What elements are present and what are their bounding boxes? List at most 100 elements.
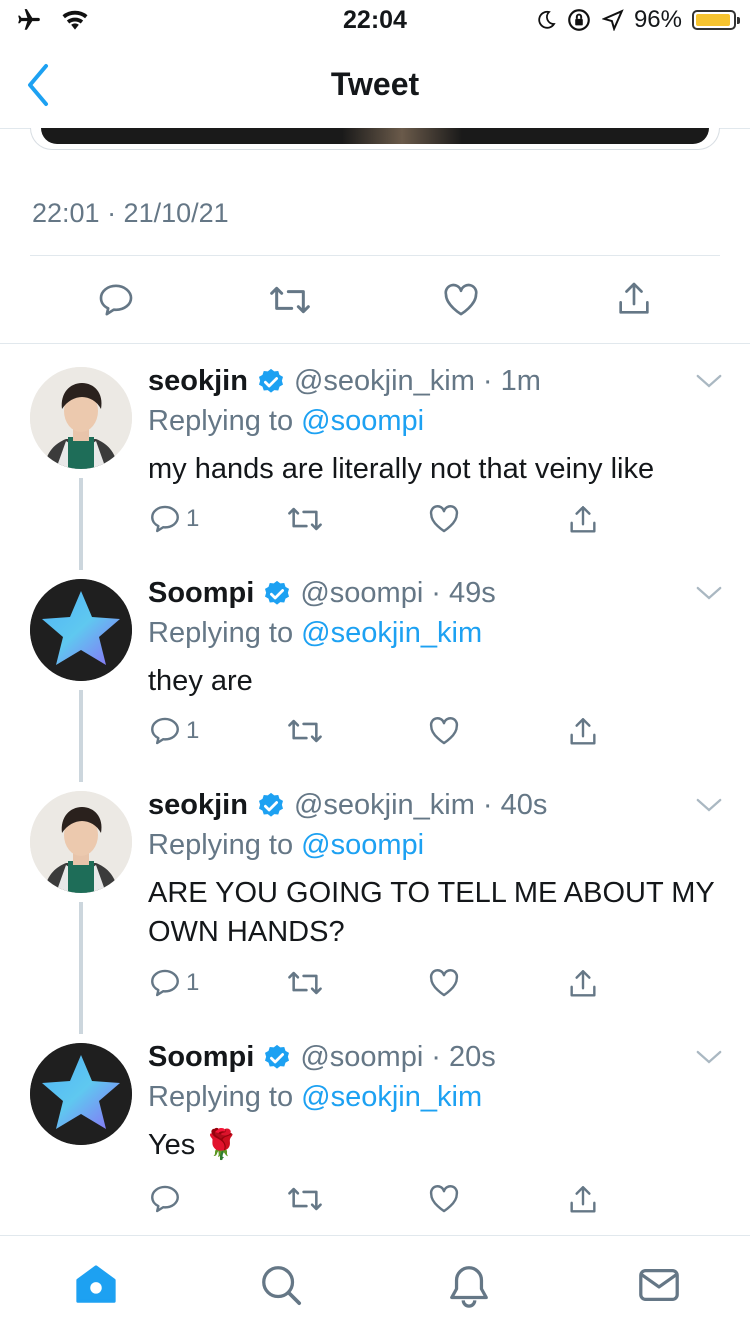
reply-header: Soompi @soompi · 20s bbox=[148, 1041, 496, 1074]
handle: @soompi bbox=[300, 577, 424, 609]
avatar-photo bbox=[30, 791, 132, 893]
retweet-button[interactable] bbox=[286, 966, 324, 1000]
battery-fill bbox=[696, 14, 731, 26]
avatar[interactable] bbox=[30, 1043, 132, 1145]
star-logo bbox=[30, 1043, 132, 1145]
retweet-button[interactable] bbox=[286, 502, 324, 536]
share-icon[interactable] bbox=[614, 278, 654, 320]
handle: @seokjin_kim bbox=[293, 789, 475, 821]
battery-icon bbox=[692, 10, 740, 30]
replying-to: Replying to @seokjin_kim bbox=[148, 617, 482, 650]
divider bbox=[0, 343, 750, 344]
reply-button[interactable]: 1 bbox=[148, 966, 199, 1000]
notifications-icon[interactable] bbox=[446, 1262, 492, 1310]
mention-link[interactable]: @soompi bbox=[301, 405, 424, 437]
messages-icon[interactable] bbox=[636, 1262, 682, 1308]
avatar[interactable] bbox=[30, 791, 132, 893]
reply-count: 1 bbox=[186, 969, 200, 996]
orientation-lock-icon bbox=[568, 9, 590, 31]
display-name[interactable]: seokjin bbox=[148, 789, 248, 822]
location-icon bbox=[601, 9, 624, 31]
replying-prefix: Replying to bbox=[148, 829, 294, 861]
avatar[interactable] bbox=[30, 367, 132, 469]
chevron-down-icon[interactable] bbox=[694, 368, 724, 394]
handle: @seokjin_kim bbox=[293, 365, 475, 397]
replying-prefix: Replying to bbox=[148, 617, 294, 649]
reply-header: seokjin @seokjin_kim · 1m bbox=[148, 365, 541, 398]
tweet-text: Yes 🌹 bbox=[148, 1129, 240, 1161]
like-icon bbox=[429, 1185, 459, 1213]
tweet-media[interactable] bbox=[30, 128, 720, 150]
share-icon bbox=[570, 718, 596, 745]
reply-actions: 1 bbox=[148, 966, 618, 1006]
like-button[interactable] bbox=[426, 966, 462, 1000]
mention-link[interactable]: @seokjin_kim bbox=[301, 1081, 482, 1113]
reply-time: 40s bbox=[500, 789, 548, 821]
nav-bar: Tweet bbox=[0, 44, 750, 129]
like-button[interactable] bbox=[426, 502, 462, 536]
retweet-icon[interactable] bbox=[268, 280, 312, 320]
replying-to: Replying to @soompi bbox=[148, 829, 424, 862]
handle: @soompi bbox=[300, 1041, 424, 1073]
search-icon[interactable] bbox=[258, 1262, 304, 1308]
reply-header: seokjin @seokjin_kim · 40s bbox=[148, 789, 547, 822]
status-bar: 22:04 96% bbox=[0, 0, 750, 44]
reply-icon[interactable] bbox=[96, 280, 136, 320]
reply-icon bbox=[151, 717, 179, 745]
reply-count: 1 bbox=[186, 505, 200, 532]
reply-button[interactable]: 1 bbox=[148, 502, 199, 536]
chevron-down-icon[interactable] bbox=[694, 792, 724, 818]
reply-time: 1m bbox=[500, 365, 541, 397]
verified-icon bbox=[265, 1044, 290, 1069]
reply-icon bbox=[151, 969, 179, 997]
like-button[interactable] bbox=[426, 714, 462, 748]
status-right: 96% bbox=[536, 6, 740, 34]
separator: · bbox=[431, 577, 441, 609]
tweet-timestamp: 22:01 · 21/10/21 bbox=[32, 198, 229, 228]
display-name[interactable]: Soompi bbox=[148, 577, 254, 610]
verified-icon bbox=[265, 580, 290, 605]
separator: · bbox=[431, 1041, 441, 1073]
mention-link[interactable]: @seokjin_kim bbox=[301, 617, 482, 649]
media-image bbox=[41, 128, 709, 144]
share-icon bbox=[570, 1186, 596, 1213]
share-button[interactable] bbox=[566, 502, 600, 538]
tweet-actions bbox=[30, 256, 720, 342]
share-icon bbox=[570, 970, 596, 997]
retweet-button[interactable] bbox=[286, 714, 324, 748]
display-name[interactable]: Soompi bbox=[148, 1041, 254, 1074]
thread-line bbox=[79, 690, 83, 782]
verified-icon bbox=[258, 368, 283, 393]
share-icon bbox=[570, 506, 596, 533]
avatar[interactable] bbox=[30, 579, 132, 681]
moon-icon bbox=[538, 10, 556, 29]
home-icon[interactable] bbox=[72, 1262, 120, 1308]
reply-icon bbox=[151, 505, 179, 533]
retweet-icon bbox=[288, 507, 322, 531]
like-icon[interactable] bbox=[440, 280, 482, 320]
chevron-down-icon[interactable] bbox=[694, 1044, 724, 1070]
reply-button[interactable] bbox=[148, 1182, 186, 1216]
replying-to: Replying to @seokjin_kim bbox=[148, 1081, 482, 1114]
chevron-down-icon[interactable] bbox=[694, 580, 724, 606]
tweet-text: ARE YOU GOING TO TELL ME ABOUT MY OWN HA… bbox=[148, 877, 715, 948]
mention-link[interactable]: @soompi bbox=[301, 829, 424, 861]
like-button[interactable] bbox=[426, 1182, 462, 1216]
avatar-photo bbox=[30, 367, 132, 469]
share-button[interactable] bbox=[566, 714, 600, 750]
display-name[interactable]: seokjin bbox=[148, 365, 248, 398]
reply-time: 20s bbox=[448, 1041, 496, 1073]
retweet-icon bbox=[288, 1187, 322, 1211]
replying-prefix: Replying to bbox=[148, 1081, 294, 1113]
tweet-text: they are bbox=[148, 665, 253, 697]
replying-to: Replying to @soompi bbox=[148, 405, 424, 438]
share-button[interactable] bbox=[566, 966, 600, 1002]
tab-bar bbox=[0, 1235, 750, 1335]
tweet-text: my hands are literally not that veiny li… bbox=[148, 453, 655, 485]
retweet-button[interactable] bbox=[286, 1182, 324, 1216]
share-button[interactable] bbox=[566, 1182, 600, 1218]
retweet-icon bbox=[288, 971, 322, 995]
battery-tip bbox=[737, 17, 740, 24]
reply-button[interactable]: 1 bbox=[148, 714, 199, 748]
reply-time: 49s bbox=[448, 577, 496, 609]
